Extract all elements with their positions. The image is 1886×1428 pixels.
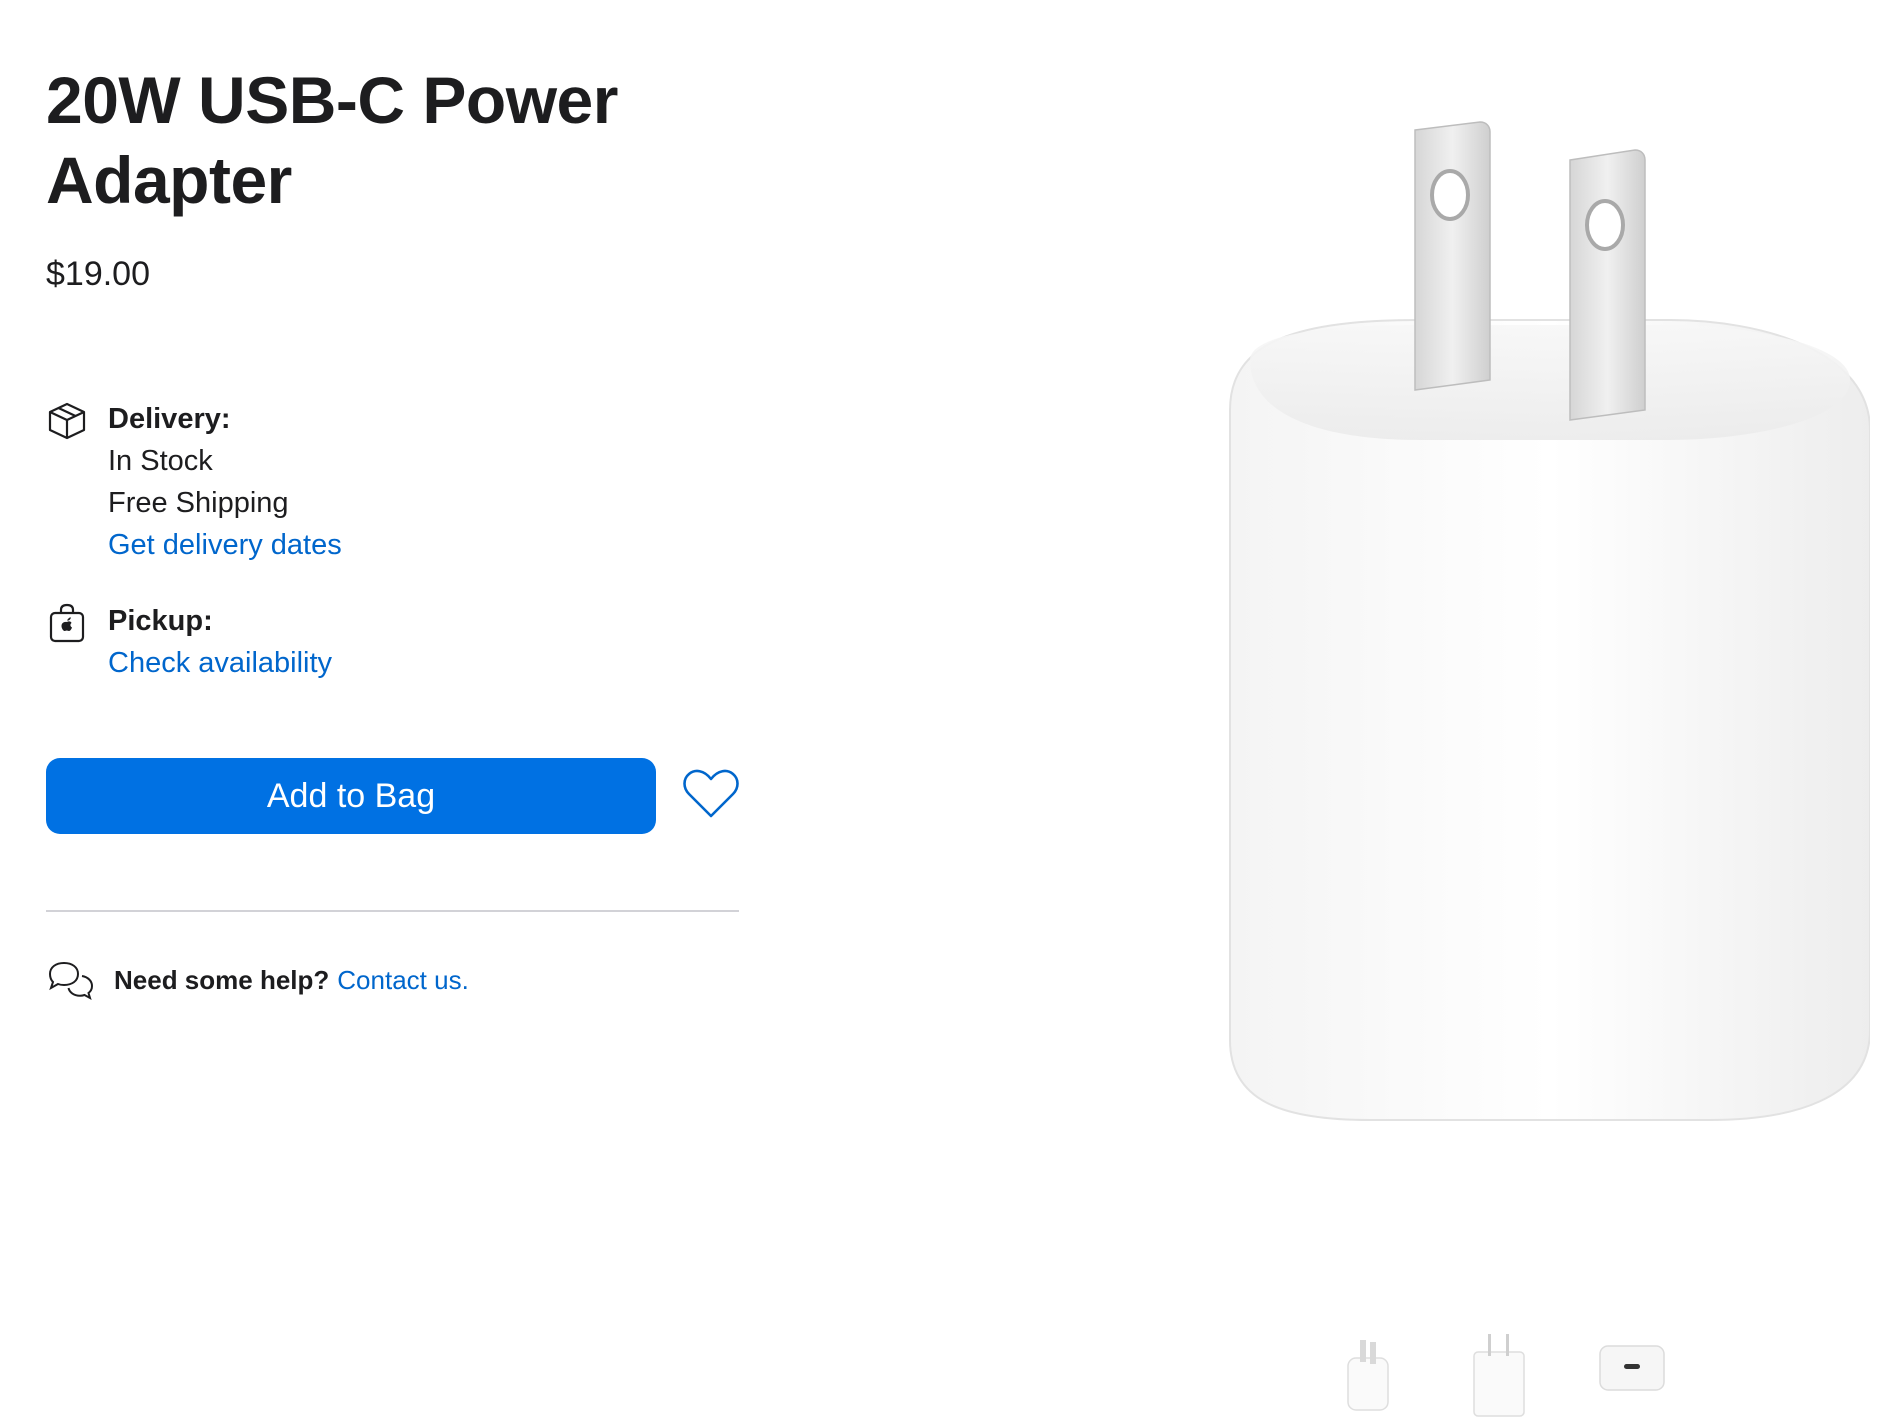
section-divider [46, 910, 739, 912]
thumbnail-port-view[interactable] [1596, 1342, 1668, 1394]
shopping-bag-apple-icon [49, 603, 85, 643]
chat-bubbles-icon [48, 961, 94, 1001]
left-prong [1414, 121, 1491, 391]
delivery-section: Delivery: In Stock Free Shipping Get del… [46, 398, 342, 566]
product-info-panel: 20W USB-C Power Adapter $19.00 Delivery:… [46, 60, 746, 1001]
pickup-details: Pickup: Check availability [108, 600, 332, 684]
delivery-details: Delivery: In Stock Free Shipping Get del… [108, 398, 342, 566]
heart-icon[interactable] [682, 768, 740, 820]
right-prong [1569, 149, 1646, 421]
thumbnail-angle-view[interactable] [1342, 1332, 1394, 1416]
delivery-stock: In Stock [108, 445, 213, 477]
box-icon [48, 402, 86, 440]
pickup-label: Pickup: [108, 605, 213, 637]
thumbnail-front-view[interactable] [1468, 1330, 1530, 1420]
product-hero-image [1229, 121, 1870, 1121]
contact-us-link[interactable]: Contact us. [337, 965, 469, 996]
product-price: $19.00 [46, 255, 150, 293]
help-text: Need some help? [114, 964, 330, 995]
product-title: 20W USB-C Power Adapter [46, 63, 618, 217]
delivery-shipping: Free Shipping [108, 487, 289, 519]
pickup-section: Pickup: Check availability [46, 600, 332, 684]
check-availability-link[interactable]: Check availability [108, 642, 332, 684]
help-row: Need some help? Contact us. [46, 958, 469, 1002]
add-to-bag-button[interactable]: Add to Bag [46, 758, 656, 834]
get-delivery-dates-link[interactable]: Get delivery dates [108, 524, 342, 566]
delivery-label: Delivery: [108, 403, 231, 435]
thumbnail-gallery [0, 1320, 1886, 1420]
